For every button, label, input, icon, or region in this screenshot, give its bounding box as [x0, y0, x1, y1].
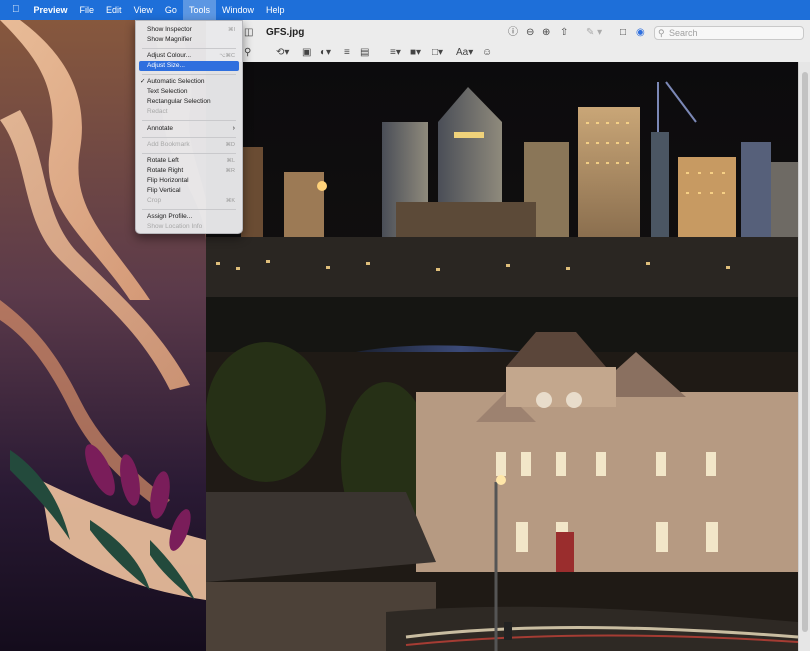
menu-item-add-bookmark: Add Bookmark ⌘D: [139, 140, 239, 150]
menu-item-label: Show Magnifier: [147, 36, 192, 43]
window-toolbar: ◫ GFS.jpg ⚲ ⟲▾ ▣ ◐▾ ≡ ▤ ≡▾ ■▾ □▾ Aa▾ ☺ ⓘ…: [206, 20, 810, 63]
menu-item-shortcut: ⌥⌘C: [219, 53, 235, 59]
menu-item-label: Assign Profile...: [147, 213, 193, 220]
menu-separator: [142, 153, 236, 154]
note-icon[interactable]: ▤: [360, 47, 369, 59]
chevron-right-icon: ›: [232, 125, 235, 132]
markup-toolbar-icon[interactable]: ◉: [636, 27, 645, 39]
menu-item-text-selection[interactable]: Text Selection: [139, 87, 239, 97]
menu-app-preview[interactable]: Preview: [28, 0, 74, 20]
menu-item-label: Rectangular Selection: [147, 98, 211, 105]
menu-item-show-magnifier[interactable]: Show Magnifier: [139, 35, 239, 45]
menu-item-label: Flip Vertical: [147, 187, 181, 194]
menu-item-crop: Crop ⌘K: [139, 196, 239, 206]
menu-item-rotate-left[interactable]: Rotate Left ⌘L: [139, 156, 239, 166]
menu-item-label: Automatic Selection: [147, 78, 205, 85]
menu-item-shortcut: ⌘L: [226, 158, 235, 164]
menu-item-adjust-size[interactable]: Adjust Size...: [139, 61, 239, 71]
menu-item-label: Show Location Info: [147, 223, 203, 230]
image-canvas[interactable]: [206, 62, 810, 651]
share-icon[interactable]: ⇧: [560, 27, 568, 39]
border-color-icon[interactable]: ■▾: [410, 47, 421, 59]
menu-item-label: Annotate: [147, 125, 174, 132]
sidebar-icon[interactable]: ◫: [244, 27, 253, 39]
zoom-icon[interactable]: ⚲: [244, 47, 251, 59]
info-icon[interactable]: ⓘ: [508, 27, 518, 39]
align-icon[interactable]: ≡▾: [390, 47, 401, 59]
checkmark-icon: ✓: [140, 78, 146, 85]
document-title: GFS.jpg: [266, 27, 305, 38]
menu-item-label: Crop: [147, 197, 162, 204]
sign-icon[interactable]: ≡: [344, 47, 350, 59]
menu-help[interactable]: Help: [260, 0, 291, 20]
menu-separator: [142, 120, 236, 121]
menu-separator: [142, 137, 236, 138]
menu-item-assign-profile[interactable]: Assign Profile...: [139, 212, 239, 222]
menu-item-label: Rotate Left: [147, 157, 179, 164]
menu-item-annotate[interactable]: Annotate ›: [139, 124, 239, 134]
menu-item-label: Flip Horizontal: [147, 177, 189, 184]
menu-go[interactable]: Go: [159, 0, 183, 20]
menu-item-label: Rotate Right: [147, 167, 184, 174]
menu-item-show-location-info: Show Location Info: [139, 222, 239, 232]
zoom-in-icon[interactable]: ⊕: [542, 27, 550, 39]
menu-separator: [142, 209, 236, 210]
markup-icon[interactable]: ✎ ▾: [586, 27, 602, 39]
rotate-button-icon[interactable]: □: [620, 27, 626, 39]
menu-item-flip-horizontal[interactable]: Flip Horizontal: [139, 176, 239, 186]
menu-edit[interactable]: Edit: [100, 0, 128, 20]
zoom-out-icon[interactable]: ⊖: [526, 27, 534, 39]
apple-logo-icon[interactable]: : [0, 0, 28, 20]
menu-item-automatic-selection[interactable]: ✓ Automatic Selection: [139, 77, 239, 87]
menu-item-label: Add Bookmark: [147, 141, 190, 148]
menu-item-rectangular-selection[interactable]: Rectangular Selection: [139, 97, 239, 107]
menu-item-adjust-colour[interactable]: Adjust Colour... ⌥⌘C: [139, 51, 239, 61]
preview-window: ◫ GFS.jpg ⚲ ⟲▾ ▣ ◐▾ ≡ ▤ ≡▾ ■▾ □▾ Aa▾ ☺ ⓘ…: [206, 20, 810, 651]
menu-item-label: Adjust Colour...: [147, 52, 192, 59]
menu-window[interactable]: Window: [216, 0, 260, 20]
rotate-icon[interactable]: ⟲▾: [276, 47, 289, 59]
search-placeholder: Search: [669, 28, 698, 38]
menu-separator: [142, 48, 236, 49]
menu-item-show-inspector[interactable]: Show Inspector ⌘I: [139, 25, 239, 35]
menu-bar:  Preview File Edit View Go Tools Window…: [0, 0, 810, 20]
text-style-icon[interactable]: Aa▾: [456, 47, 473, 59]
menu-item-shortcut: ⌘D: [225, 142, 235, 148]
crop-icon[interactable]: ▣: [302, 47, 311, 59]
fill-color-icon[interactable]: □▾: [432, 47, 443, 59]
search-icon: ⚲: [658, 28, 665, 38]
vertical-scrollbar[interactable]: [798, 62, 810, 651]
menu-item-label: Show Inspector: [147, 26, 192, 33]
menu-item-label: Adjust Size...: [147, 62, 185, 69]
menu-item-flip-vertical[interactable]: Flip Vertical: [139, 186, 239, 196]
menu-tools[interactable]: Tools: [182, 0, 216, 20]
menu-item-label: Redact: [147, 108, 168, 115]
menu-item-shortcut: ⌘R: [225, 168, 235, 174]
menu-item-shortcut: ⌘I: [227, 27, 235, 33]
menu-item-rotate-right[interactable]: Rotate Right ⌘R: [139, 166, 239, 176]
menu-item-shortcut: ⌘K: [225, 198, 235, 204]
search-input[interactable]: ⚲ Search: [654, 26, 804, 40]
face-icon[interactable]: ☺: [482, 47, 492, 59]
tools-menu: Show Inspector ⌘I Show Magnifier Adjust …: [135, 20, 243, 234]
menu-item-label: Text Selection: [147, 88, 188, 95]
adjust-color-icon[interactable]: ◐▾: [320, 47, 331, 59]
menu-item-redact: Redact: [139, 107, 239, 117]
photo-city-night: [206, 62, 798, 651]
menu-separator: [142, 74, 236, 75]
menu-view[interactable]: View: [128, 0, 159, 20]
menu-file[interactable]: File: [74, 0, 101, 20]
scrollbar-thumb[interactable]: [802, 72, 808, 632]
